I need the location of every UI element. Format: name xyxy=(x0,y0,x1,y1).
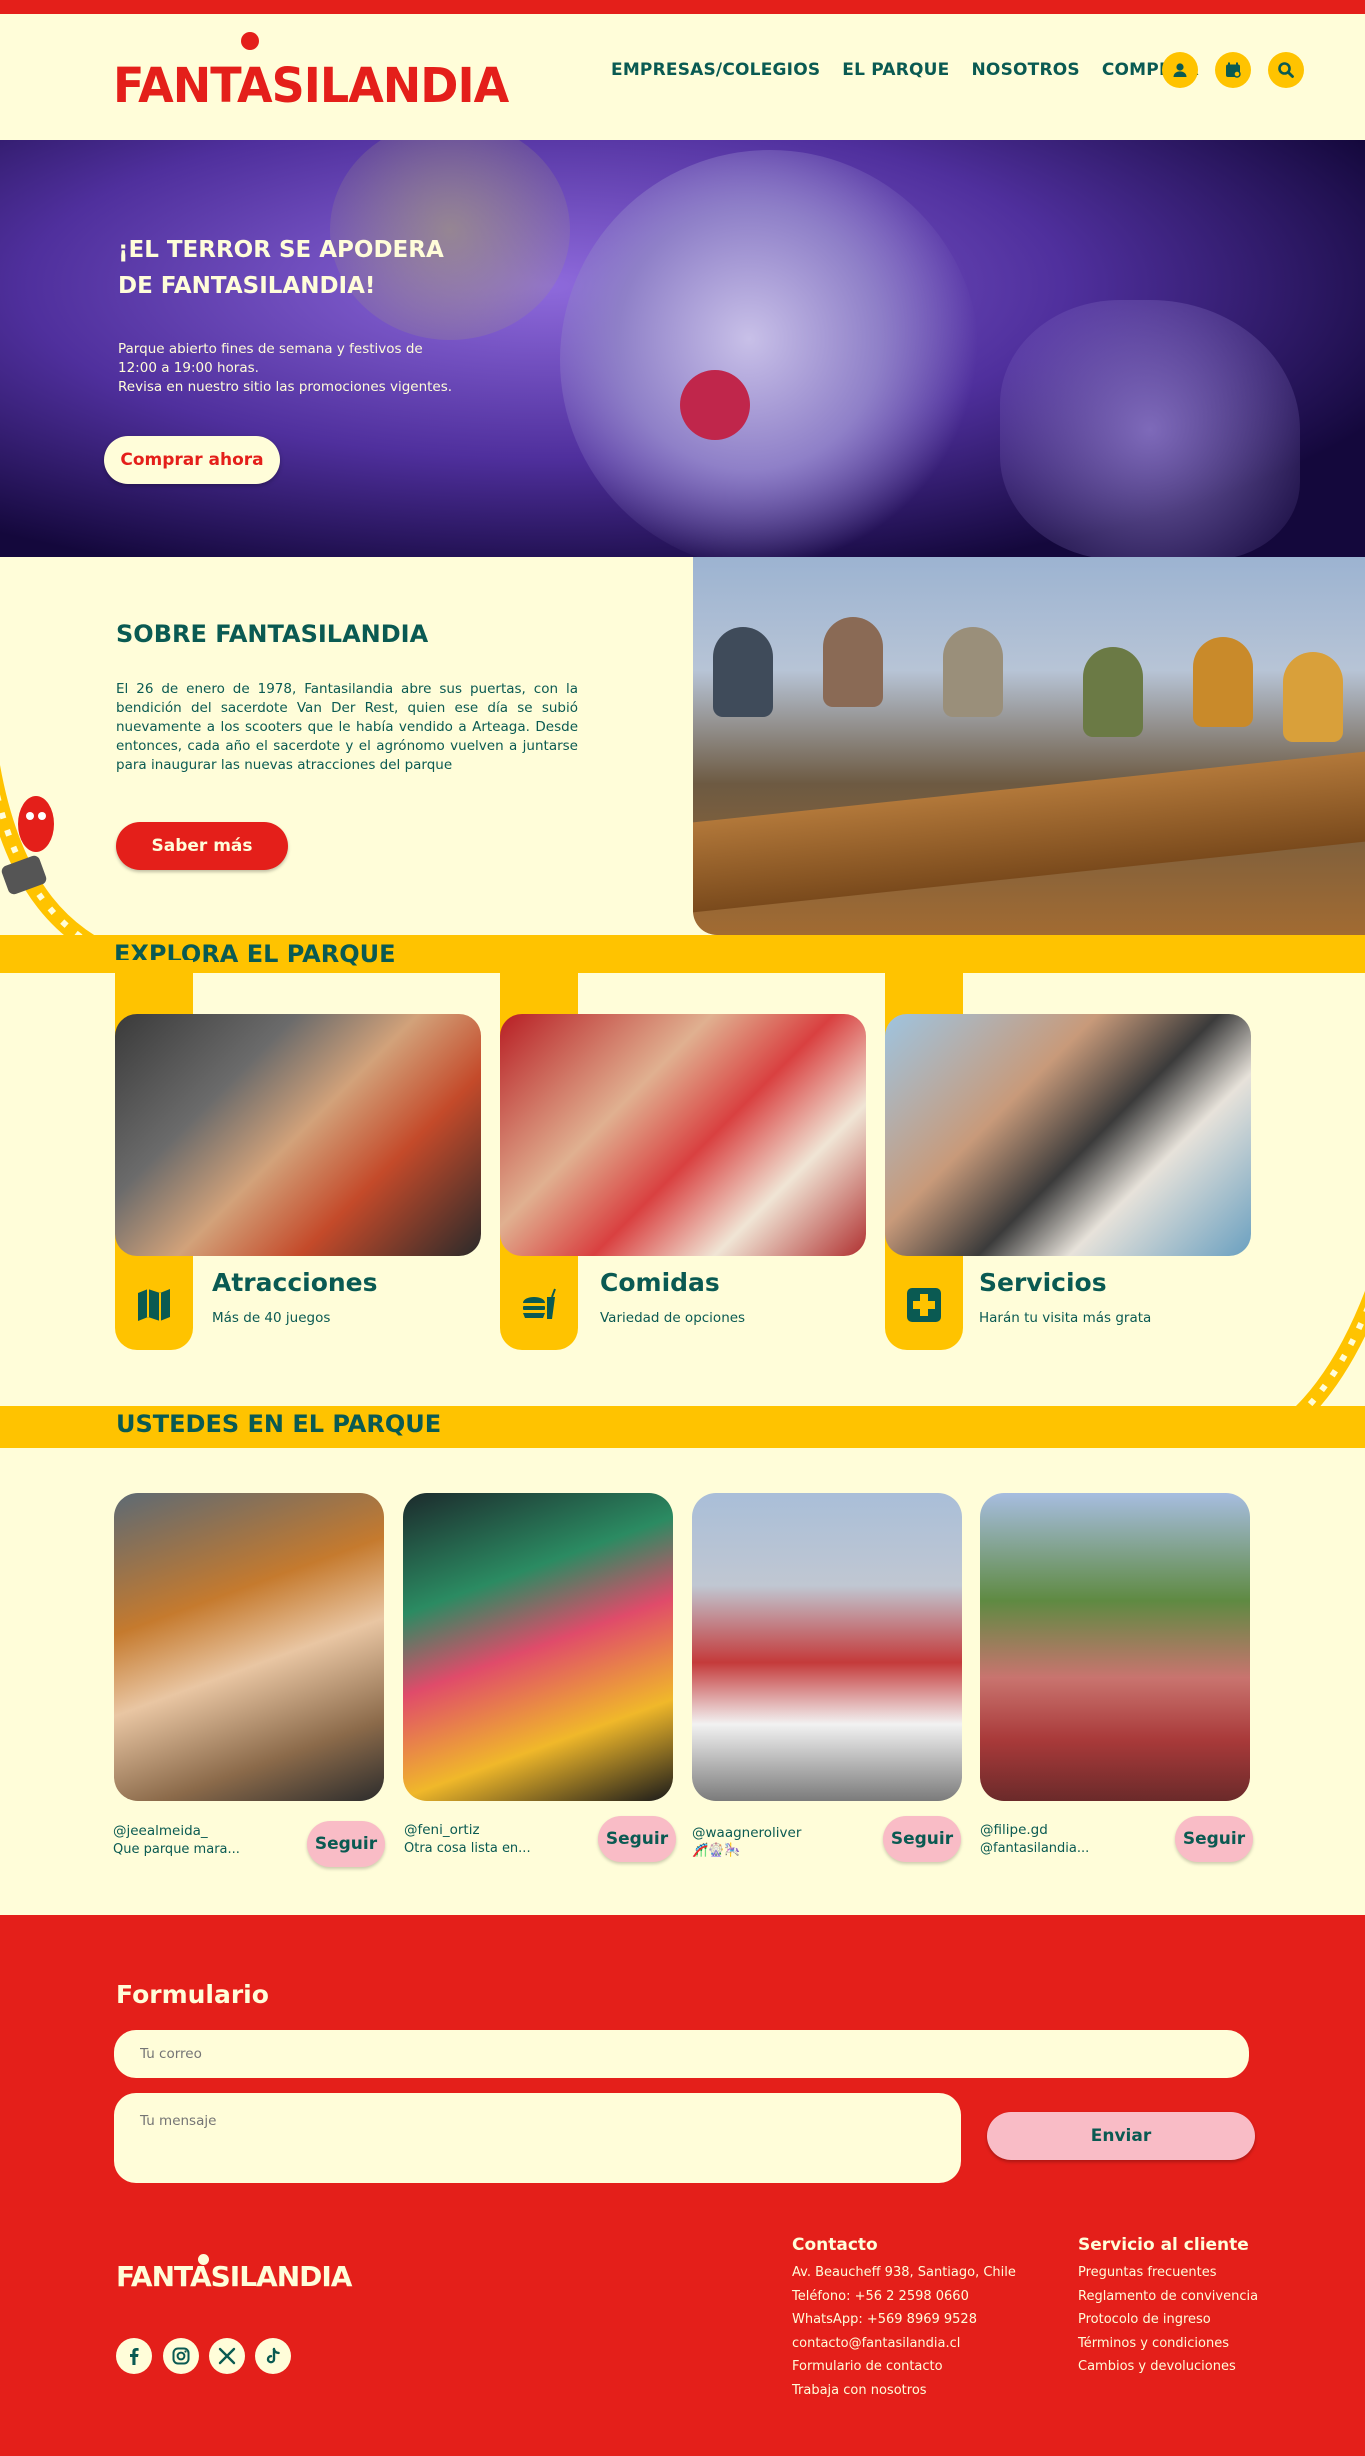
map-icon xyxy=(115,1270,193,1340)
card-subtitle-comidas: Variedad de opciones xyxy=(600,1310,746,1326)
footer-rules-link[interactable]: Reglamento de convivencia xyxy=(1078,2285,1258,2309)
follow-button[interactable]: Seguir xyxy=(883,1816,961,1862)
food-icon xyxy=(500,1270,578,1340)
rider xyxy=(943,627,1003,717)
email-field[interactable] xyxy=(114,2030,1249,2078)
hero-clown-face xyxy=(560,150,980,557)
footer-logo[interactable]: FANTASILANDIA xyxy=(116,2254,352,2293)
footer-contact-title: Contacto xyxy=(792,2235,878,2255)
rider xyxy=(1083,647,1143,737)
message-field[interactable] xyxy=(114,2093,961,2183)
ugc-post-user[interactable]: @filipe.gd xyxy=(980,1822,1048,1838)
footer-contact-email[interactable]: contacto@fantasilandia.cl xyxy=(792,2332,1016,2356)
search-icon[interactable] xyxy=(1268,52,1304,88)
send-button[interactable]: Enviar xyxy=(987,2112,1255,2160)
about-photo-coaster-riders xyxy=(693,557,1365,935)
rider xyxy=(1283,652,1343,742)
rider xyxy=(713,627,773,717)
footer-contact-form-link[interactable]: Formulario de contacto xyxy=(792,2355,1016,2379)
footer-logo-text: FANTASILANDIA xyxy=(116,2260,352,2293)
hero-clown-nose xyxy=(680,370,750,440)
footer-contact-address: Av. Beaucheff 938, Santiago, Chile xyxy=(792,2265,1016,2280)
coaster-car xyxy=(693,751,1365,913)
ugc-post-user[interactable]: @feni_ortiz xyxy=(404,1822,480,1838)
footer-jobs-link[interactable]: Trabaja con nosotros xyxy=(792,2379,1016,2403)
calendar-icon[interactable] xyxy=(1215,52,1251,88)
about-title: SOBRE FANTASILANDIA xyxy=(116,620,429,648)
ugc-post-caption: 🎢🎡🎠 xyxy=(692,1843,741,1858)
ugc-post-caption: Otra cosa lista en... xyxy=(404,1841,531,1856)
card-image-servicios[interactable] xyxy=(885,1014,1251,1256)
form-title: Formulario xyxy=(116,1980,269,2009)
logo-text: FANTASILANDIA xyxy=(113,56,509,114)
logo-dot xyxy=(241,32,259,50)
footer-contact-whatsapp[interactable]: WhatsApp: +569 8969 9528 xyxy=(792,2308,1016,2332)
footer-service-title: Servicio al cliente xyxy=(1078,2235,1249,2255)
footer-terms-link[interactable]: Términos y condiciones xyxy=(1078,2332,1258,2356)
card-title-comidas[interactable]: Comidas xyxy=(600,1268,720,1297)
ugc-title: USTEDES EN EL PARQUE xyxy=(116,1410,442,1438)
ugc-post-image[interactable] xyxy=(692,1493,962,1801)
card-subtitle-atracciones: Más de 40 juegos xyxy=(212,1310,331,1326)
ugc-post-caption: Que parque mara... xyxy=(113,1842,240,1857)
hero-text-line-1: Parque abierto fines de semana y festivo… xyxy=(118,341,423,376)
site-logo[interactable]: FANTASILANDIA xyxy=(113,32,509,114)
card-title-servicios[interactable]: Servicios xyxy=(979,1268,1107,1297)
hero-title: ¡EL TERROR SE APODERA DE FANTASILANDIA! xyxy=(118,237,444,299)
footer-faq-link[interactable]: Preguntas frecuentes xyxy=(1078,2261,1258,2285)
follow-button[interactable]: Seguir xyxy=(1175,1816,1253,1862)
nav-item-nosotros[interactable]: NOSOTROS xyxy=(971,60,1079,80)
card-subtitle-servicios: Harán tu visita más grata xyxy=(979,1310,1152,1326)
nav-item-empresas[interactable]: EMPRESAS/COLEGIOS xyxy=(611,60,820,80)
card-image-atracciones[interactable] xyxy=(115,1014,481,1256)
follow-button[interactable]: Seguir xyxy=(307,1821,385,1867)
rider xyxy=(823,617,883,707)
hero-hand-right xyxy=(1000,300,1300,557)
ugc-post-user[interactable]: @jeealmeida_ xyxy=(113,1823,208,1839)
footer-contact-column: Contacto Av. Beaucheff 938, Santiago, Ch… xyxy=(792,2235,1016,2402)
footer-contact-phone[interactable]: Teléfono: +56 2 2598 0660 xyxy=(792,2285,1016,2309)
ugc-post-image[interactable] xyxy=(403,1493,673,1801)
main-nav: EMPRESAS/COLEGIOS EL PARQUE NOSOTROS COM… xyxy=(611,60,1199,80)
hero-text-line-2: Revisa en nuestro sitio las promociones … xyxy=(118,379,453,395)
ugc-post-image[interactable] xyxy=(114,1493,384,1801)
facebook-icon[interactable] xyxy=(116,2338,152,2374)
footer-logo-dot xyxy=(198,2254,209,2265)
x-icon[interactable] xyxy=(209,2338,245,2374)
footer-protocol-link[interactable]: Protocolo de ingreso xyxy=(1078,2308,1258,2332)
hero-text: Parque abierto fines de semana y festivo… xyxy=(118,340,458,397)
card-image-comidas[interactable] xyxy=(500,1014,866,1256)
ugc-post-user[interactable]: @waagneroliver xyxy=(692,1825,801,1841)
user-icon[interactable] xyxy=(1162,52,1198,88)
footer-service-column: Servicio al cliente Preguntas frecuentes… xyxy=(1078,2235,1258,2379)
rider xyxy=(1193,637,1253,727)
buy-now-button[interactable]: Comprar ahora xyxy=(104,436,280,484)
card-title-atracciones[interactable]: Atracciones xyxy=(212,1268,378,1297)
footer-returns-link[interactable]: Cambios y devoluciones xyxy=(1078,2355,1258,2379)
learn-more-button[interactable]: Saber más xyxy=(116,822,288,870)
ugc-post-caption: @fantasilandia... xyxy=(980,1841,1090,1856)
tiktok-icon[interactable] xyxy=(255,2338,291,2374)
nav-item-el-parque[interactable]: EL PARQUE xyxy=(842,60,949,80)
about-text: El 26 de enero de 1978, Fantasilandia ab… xyxy=(116,681,578,773)
top-accent-strip xyxy=(0,0,1365,14)
ugc-post-image[interactable] xyxy=(980,1493,1250,1801)
follow-button[interactable]: Seguir xyxy=(598,1816,676,1862)
plus-icon xyxy=(885,1270,963,1340)
instagram-icon[interactable] xyxy=(163,2338,199,2374)
